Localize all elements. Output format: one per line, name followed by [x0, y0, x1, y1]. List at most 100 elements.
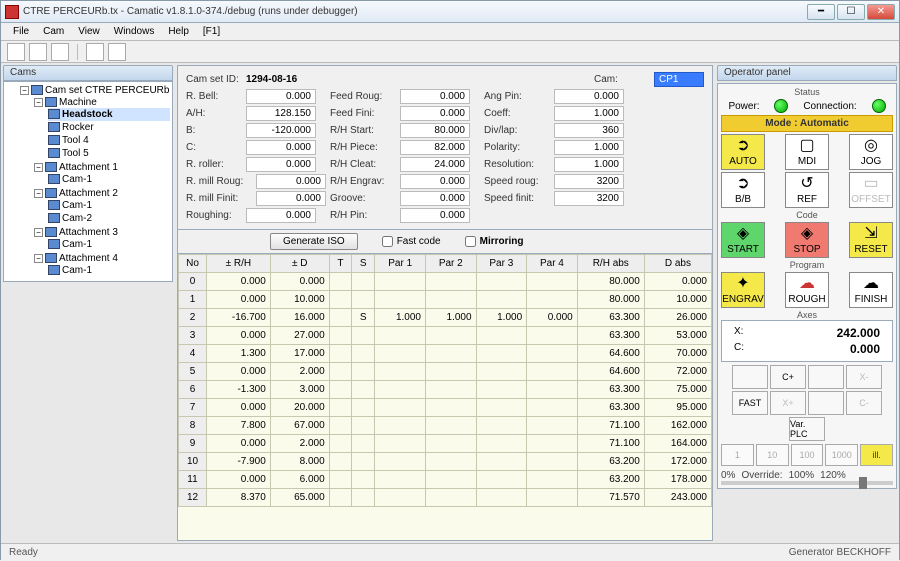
stop-button[interactable]: ◈STOP: [785, 222, 829, 258]
cell-t[interactable]: [329, 435, 351, 453]
tree-tool4[interactable]: Tool 4: [62, 135, 89, 146]
rmillroug-input[interactable]: 0.000: [256, 174, 326, 189]
divlap-input[interactable]: 360: [554, 123, 624, 138]
rhpin-input[interactable]: 0.000: [400, 208, 470, 223]
b-input[interactable]: -120.000: [246, 123, 316, 138]
cell-p3[interactable]: [476, 345, 527, 363]
menu-f1[interactable]: [F1]: [197, 24, 226, 39]
cell-t[interactable]: [329, 471, 351, 489]
tree-a2c1[interactable]: Cam-1: [62, 200, 92, 211]
groove-input[interactable]: 0.000: [400, 191, 470, 206]
cell-t[interactable]: [329, 345, 351, 363]
cell-p1[interactable]: [375, 327, 426, 345]
coeff-input[interactable]: 1.000: [554, 106, 624, 121]
cell-rhabs[interactable]: 80.000: [577, 273, 644, 291]
cell-no[interactable]: 5: [179, 363, 207, 381]
cell-zd[interactable]: 3.000: [270, 381, 329, 399]
cell-p1[interactable]: [375, 435, 426, 453]
rroller-input[interactable]: 0.000: [246, 157, 316, 172]
cell-dabs[interactable]: 178.000: [644, 471, 711, 489]
cell-rhabs[interactable]: 64.600: [577, 363, 644, 381]
cell-zd[interactable]: 17.000: [270, 345, 329, 363]
table-row[interactable]: 70.00020.00063.30095.000: [179, 399, 712, 417]
collapse-icon[interactable]: −: [34, 189, 43, 198]
cell-p3[interactable]: [476, 399, 527, 417]
cell-no[interactable]: 3: [179, 327, 207, 345]
cell-p2[interactable]: [425, 453, 476, 471]
cell-rhabs[interactable]: 63.300: [577, 381, 644, 399]
cell-rhabs[interactable]: 63.200: [577, 471, 644, 489]
jog-xminus[interactable]: X-: [846, 365, 882, 389]
cell-dabs[interactable]: 53.000: [644, 327, 711, 345]
cell-zrh[interactable]: -7.900: [207, 453, 271, 471]
cell-p3[interactable]: [476, 471, 527, 489]
maximize-button[interactable]: ☐: [837, 4, 865, 20]
start-button[interactable]: ◈START: [721, 222, 765, 258]
cell-p1[interactable]: [375, 453, 426, 471]
jog-xplus[interactable]: X+: [770, 391, 806, 415]
toolbar-btn-4[interactable]: [86, 43, 104, 61]
cell-p3[interactable]: [476, 453, 527, 471]
cell-dabs[interactable]: 75.000: [644, 381, 711, 399]
table-row[interactable]: 6-1.3003.00063.30075.000: [179, 381, 712, 399]
cell-zd[interactable]: 67.000: [270, 417, 329, 435]
polarity-input[interactable]: 1.000: [554, 140, 624, 155]
cell-s[interactable]: [352, 327, 375, 345]
cell-s[interactable]: [352, 381, 375, 399]
cell-dabs[interactable]: 0.000: [644, 273, 711, 291]
cell-p1[interactable]: [375, 471, 426, 489]
tree[interactable]: −Cam set CTRE PERCEURb −Machine Headstoc…: [3, 81, 173, 282]
slider-thumb-icon[interactable]: [859, 477, 867, 489]
cell-rhabs[interactable]: 63.200: [577, 453, 644, 471]
cell-p3[interactable]: [476, 291, 527, 309]
cell-no[interactable]: 12: [179, 489, 207, 507]
tree-rocker[interactable]: Rocker: [62, 122, 94, 133]
cell-rhabs[interactable]: 71.570: [577, 489, 644, 507]
cell-p1[interactable]: [375, 291, 426, 309]
step-100[interactable]: 100: [791, 444, 824, 466]
cell-zrh[interactable]: 0.000: [207, 363, 271, 381]
cell-t[interactable]: [329, 273, 351, 291]
override-slider[interactable]: [721, 481, 893, 485]
rhpiece-input[interactable]: 82.000: [400, 140, 470, 155]
speedfinit-input[interactable]: 3200: [554, 191, 624, 206]
angpin-input[interactable]: 0.000: [554, 89, 624, 104]
table-row[interactable]: 50.0002.00064.60072.000: [179, 363, 712, 381]
cell-p3[interactable]: [476, 417, 527, 435]
rhengrav-input[interactable]: 0.000: [400, 174, 470, 189]
fastcode-checkbox[interactable]: Fast code: [382, 236, 441, 247]
tree-a4c1[interactable]: Cam-1: [62, 265, 92, 276]
cell-zd[interactable]: 65.000: [270, 489, 329, 507]
cell-rhabs[interactable]: 71.100: [577, 417, 644, 435]
cell-p2[interactable]: [425, 345, 476, 363]
code-ref-button[interactable]: ↺REF: [785, 172, 829, 208]
cell-t[interactable]: [329, 417, 351, 435]
cell-p4[interactable]: [527, 435, 578, 453]
cell-p2[interactable]: [425, 399, 476, 417]
cell-p3[interactable]: [476, 489, 527, 507]
generate-iso-button[interactable]: Generate ISO: [270, 233, 358, 250]
rhstart-input[interactable]: 80.000: [400, 123, 470, 138]
cell-zrh[interactable]: 0.000: [207, 435, 271, 453]
cell-s[interactable]: [352, 291, 375, 309]
cell-p2[interactable]: [425, 327, 476, 345]
tree-a2c2[interactable]: Cam-2: [62, 213, 92, 224]
table-row[interactable]: 110.0006.00063.200178.000: [179, 471, 712, 489]
tree-machine[interactable]: Machine: [59, 97, 97, 108]
tree-att4[interactable]: Attachment 4: [59, 253, 118, 264]
step-1000[interactable]: 1000: [825, 444, 858, 466]
cell-p2[interactable]: [425, 489, 476, 507]
cell-zd[interactable]: 6.000: [270, 471, 329, 489]
cell-dabs[interactable]: 172.000: [644, 453, 711, 471]
cell-p2[interactable]: 1.000: [425, 309, 476, 327]
cell-no[interactable]: 0: [179, 273, 207, 291]
cell-p1[interactable]: [375, 489, 426, 507]
cell-s[interactable]: [352, 273, 375, 291]
cell-zd[interactable]: 20.000: [270, 399, 329, 417]
cell-p1[interactable]: [375, 399, 426, 417]
cell-zd[interactable]: 27.000: [270, 327, 329, 345]
cell-p2[interactable]: [425, 363, 476, 381]
cell-p3[interactable]: [476, 381, 527, 399]
cell-zd[interactable]: 2.000: [270, 435, 329, 453]
cam-select[interactable]: CP1: [654, 72, 704, 87]
